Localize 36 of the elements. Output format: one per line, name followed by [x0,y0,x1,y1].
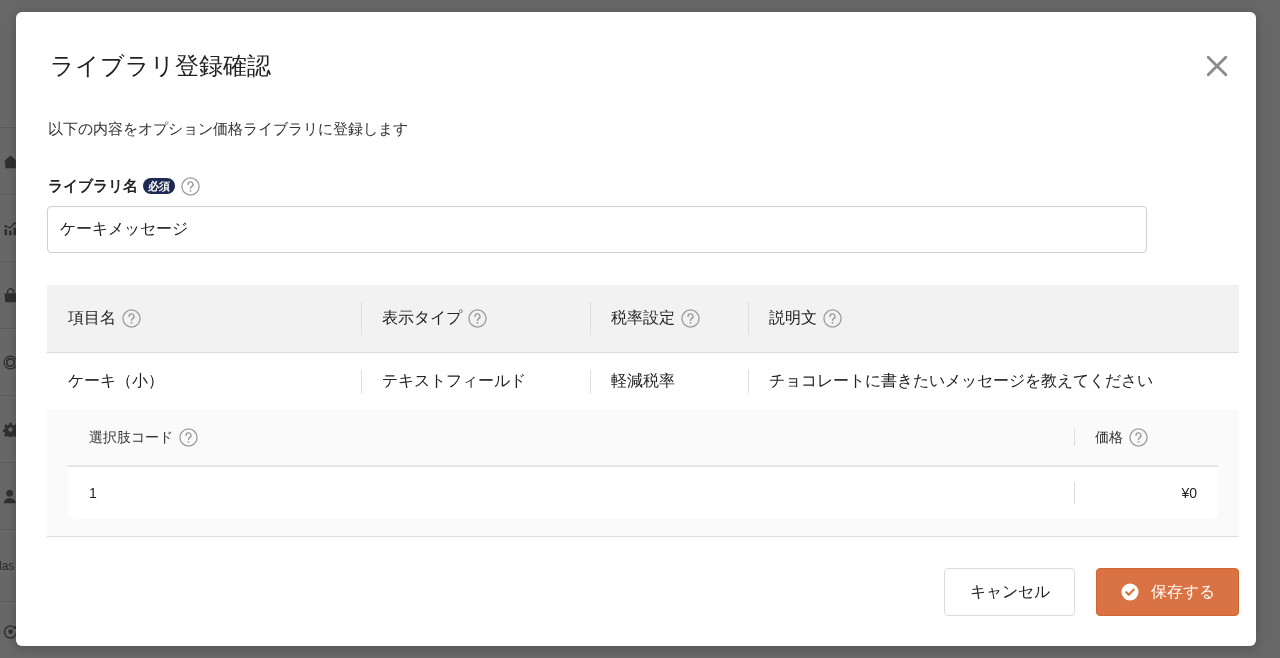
person-icon[interactable] [3,488,18,504]
help-icon[interactable] [681,309,700,328]
close-icon [1206,55,1228,77]
field-label: ライブラリ名 [48,176,138,196]
table-cell: ¥0 [1074,467,1218,519]
help-icon[interactable] [823,309,842,328]
sidebar-label: las [0,558,15,573]
column-header: 説明文 [769,308,817,328]
dialog-title: ライブラリ登録確認 [50,52,271,80]
library-name-input[interactable]: ケーキメッセージ [47,206,1147,253]
chart-icon[interactable] [3,220,18,236]
help-icon[interactable] [122,309,141,328]
table-cell: チョコレートに書きたいメッセージを教えてください [748,353,1239,410]
help-icon[interactable] [179,428,198,447]
home-icon[interactable] [3,153,18,169]
help-icon[interactable] [468,309,487,328]
table-cell: テキストフィールド [361,353,590,410]
help-icon[interactable] [181,176,200,196]
bag-icon[interactable] [3,287,18,303]
column-header: 表示タイプ [382,308,462,328]
cancel-button[interactable]: キャンセル [944,568,1075,616]
gear-icon[interactable] [3,421,18,437]
help-icon[interactable] [1129,428,1148,447]
column-header: 選択肢コード [89,428,173,447]
required-badge: 必須 [143,178,175,194]
close-button[interactable] [1206,55,1228,77]
column-header: 税率設定 [611,308,675,328]
table-cell-text: 1 [88,484,98,503]
table-cell: 軽減税率 [590,353,748,410]
table-cell-text: ケーキ（小） [67,371,165,391]
column-header: 価格 [1095,428,1123,447]
dialog-description: 以下の内容をオプション価格ライブラリに登録します [48,119,409,139]
column-header: 項目名 [68,308,116,328]
check-circle-icon [1120,583,1139,601]
ring-icon[interactable] [3,354,18,370]
refresh-icon[interactable] [3,624,18,639]
